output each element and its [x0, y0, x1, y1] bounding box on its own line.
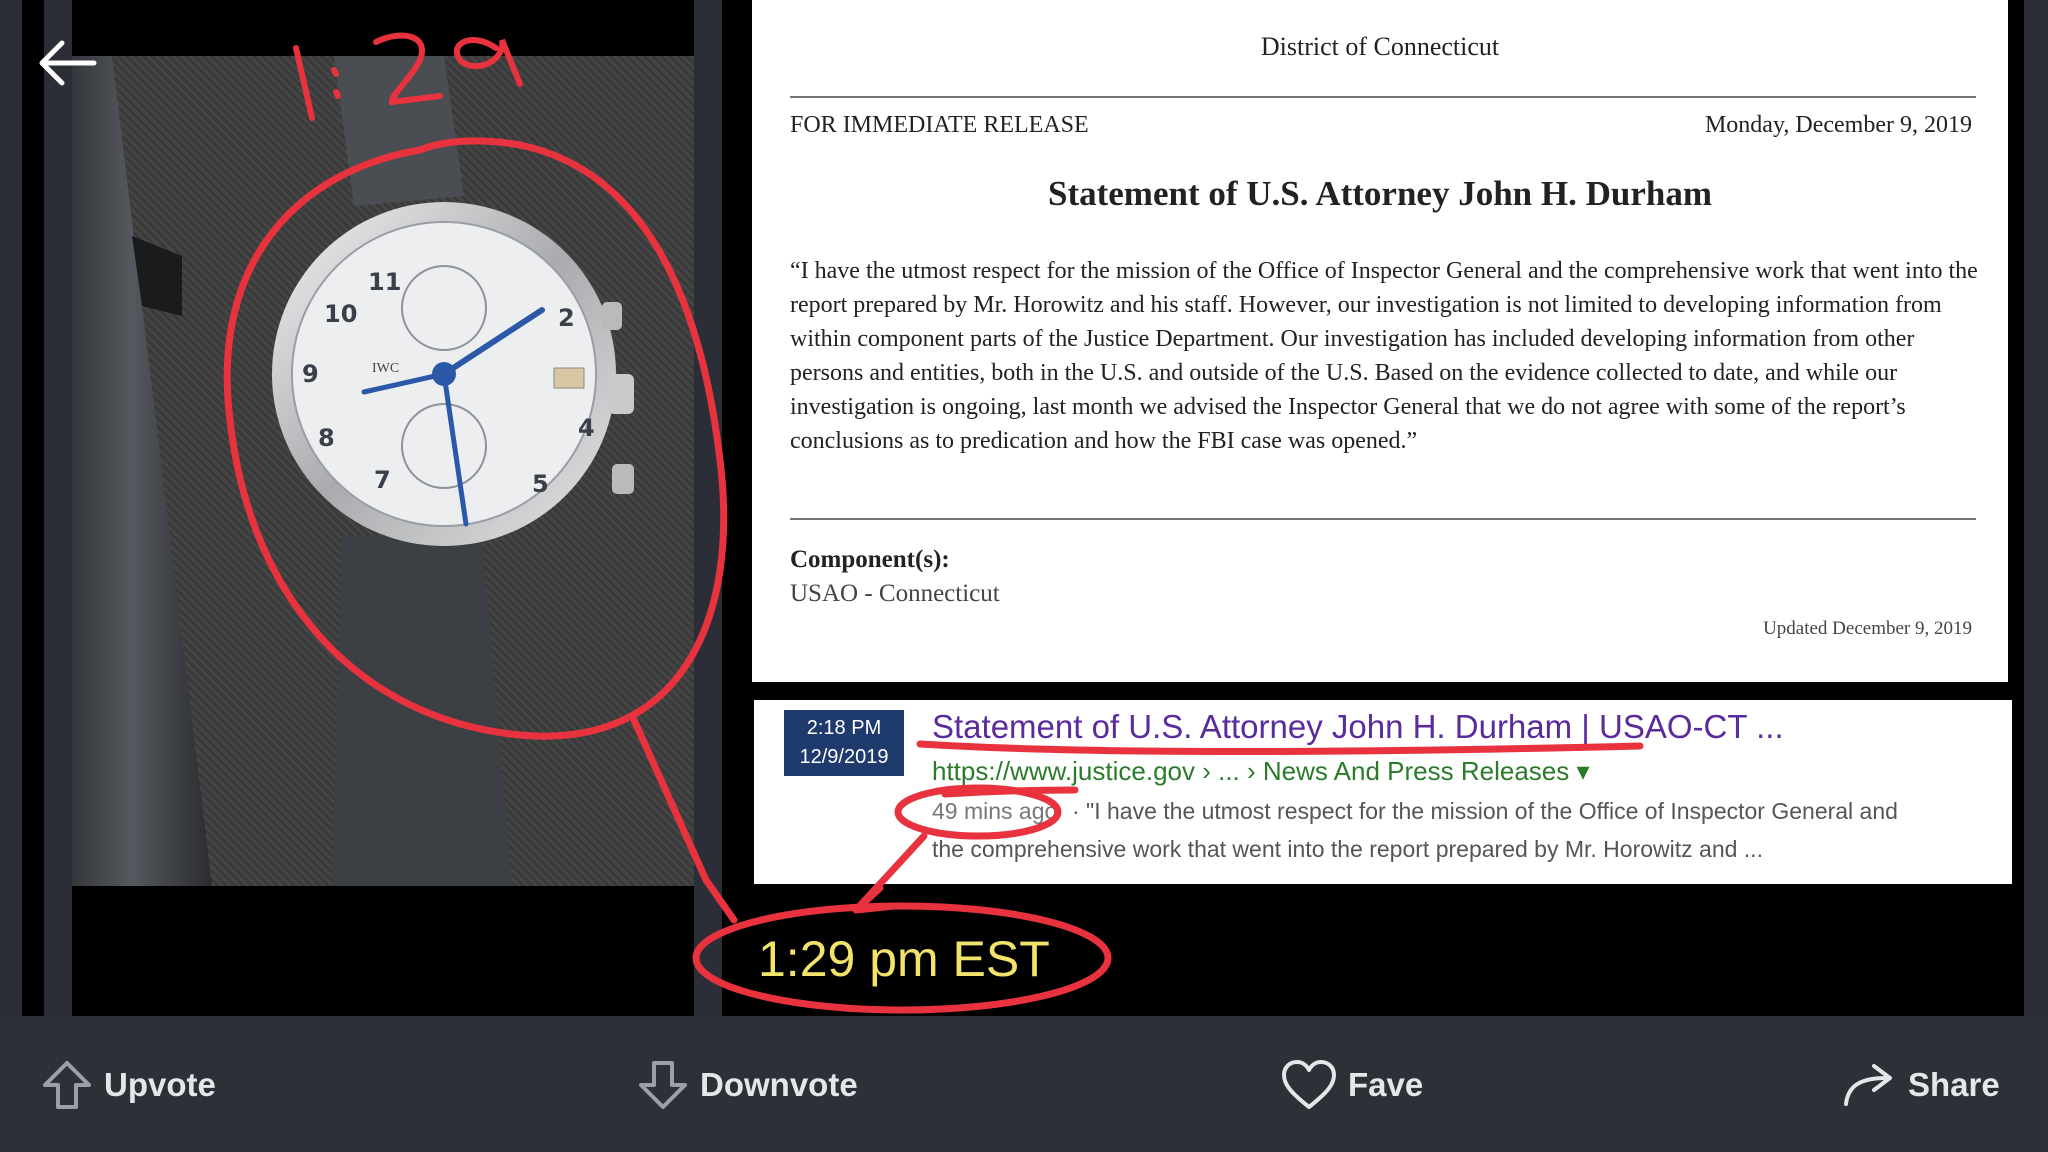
caption-time: 1:29 pm EST — [758, 931, 1050, 987]
share-label: Share — [1908, 1066, 2000, 1103]
divider-rule — [790, 96, 1976, 98]
search-snippet-line2: the comprehensive work that went into th… — [932, 836, 1763, 862]
dial-2: 2 — [558, 304, 575, 332]
crown — [608, 374, 634, 414]
upvote-button[interactable]: Upvote — [40, 1040, 216, 1130]
dial-10: 10 — [324, 300, 357, 328]
release-label: FOR IMMEDIATE RELEASE — [790, 112, 1089, 138]
image-frame-right — [2024, 0, 2048, 1016]
watch-brand: IWC — [372, 361, 399, 376]
upvote-label: Upvote — [104, 1066, 216, 1103]
dial-8: 8 — [318, 424, 335, 452]
heart-icon — [1282, 1060, 1336, 1109]
action-bar — [0, 1016, 2048, 1152]
search-snippet-line1: · "I have the utmost respect for the mis… — [1072, 798, 1898, 824]
image-frame-inner — [44, 0, 72, 1016]
watch-illustration: IWC 11 10 9 8 7 5 4 2 — [72, 56, 634, 886]
fave-label: Fave — [1348, 1066, 1424, 1103]
pusher-bottom — [612, 464, 634, 494]
timestamp-badge: 2:18 PM 12/9/2019 — [784, 710, 904, 776]
pusher-top — [602, 302, 622, 330]
image-viewer: IWC 11 10 9 8 7 5 4 2 District of Connec… — [0, 0, 2048, 1016]
share-button[interactable]: Share — [1842, 1040, 2000, 1130]
dial-7: 7 — [374, 466, 391, 494]
fave-button[interactable]: Fave — [1280, 1040, 1423, 1130]
component-heading: Component(s): — [790, 546, 950, 573]
updated-date: Updated December 9, 2019 — [1763, 618, 1972, 639]
release-date: Monday, December 9, 2019 — [1704, 112, 1972, 138]
release-body: “I have the utmost respect for the missi… — [790, 258, 1978, 454]
search-result: 2:18 PM 12/9/2019 Statement of U.S. Atto… — [754, 700, 2012, 884]
downvote-arrow-icon — [639, 1061, 687, 1109]
press-release: District of Connecticut FOR IMMEDIATE RE… — [752, 0, 2008, 682]
search-result-age: 49 mins ago — [932, 798, 1058, 824]
downvote-label: Downvote — [700, 1066, 858, 1103]
image-frame-left — [0, 0, 22, 1016]
component-value: USAO - Connecticut — [790, 580, 1000, 607]
dial-11: 11 — [368, 268, 401, 296]
strap-bottom — [332, 536, 512, 886]
dial-9: 9 — [302, 360, 319, 388]
search-result-title: Statement of U.S. Attorney John H. Durha… — [932, 708, 1784, 745]
timestamp-date: 12/9/2019 — [799, 746, 889, 768]
hand-hub — [432, 362, 456, 386]
back-button[interactable] — [34, 36, 98, 90]
timestamp-time: 2:18 PM — [806, 717, 882, 739]
upvote-arrow-icon — [43, 1061, 91, 1109]
dial-4: 4 — [578, 414, 595, 442]
share-arrow-icon — [1844, 1064, 1892, 1106]
divider-rule — [790, 518, 1976, 520]
image-divider — [694, 0, 722, 1016]
pen-body — [72, 56, 212, 886]
watch-photo: IWC 11 10 9 8 7 5 4 2 — [72, 56, 694, 886]
date-window — [553, 367, 585, 389]
release-title: Statement of U.S. Attorney John H. Durha… — [1047, 174, 1712, 213]
search-result-url: https://www.justice.gov › ... › News And… — [932, 756, 1590, 786]
back-arrow-icon — [39, 40, 97, 86]
photo-bottom-black — [72, 886, 694, 1016]
dial-5: 5 — [532, 470, 549, 498]
downvote-button[interactable]: Downvote — [636, 1040, 858, 1130]
strap-top — [334, 56, 464, 206]
office-line: District of Connecticut — [1260, 32, 1500, 61]
